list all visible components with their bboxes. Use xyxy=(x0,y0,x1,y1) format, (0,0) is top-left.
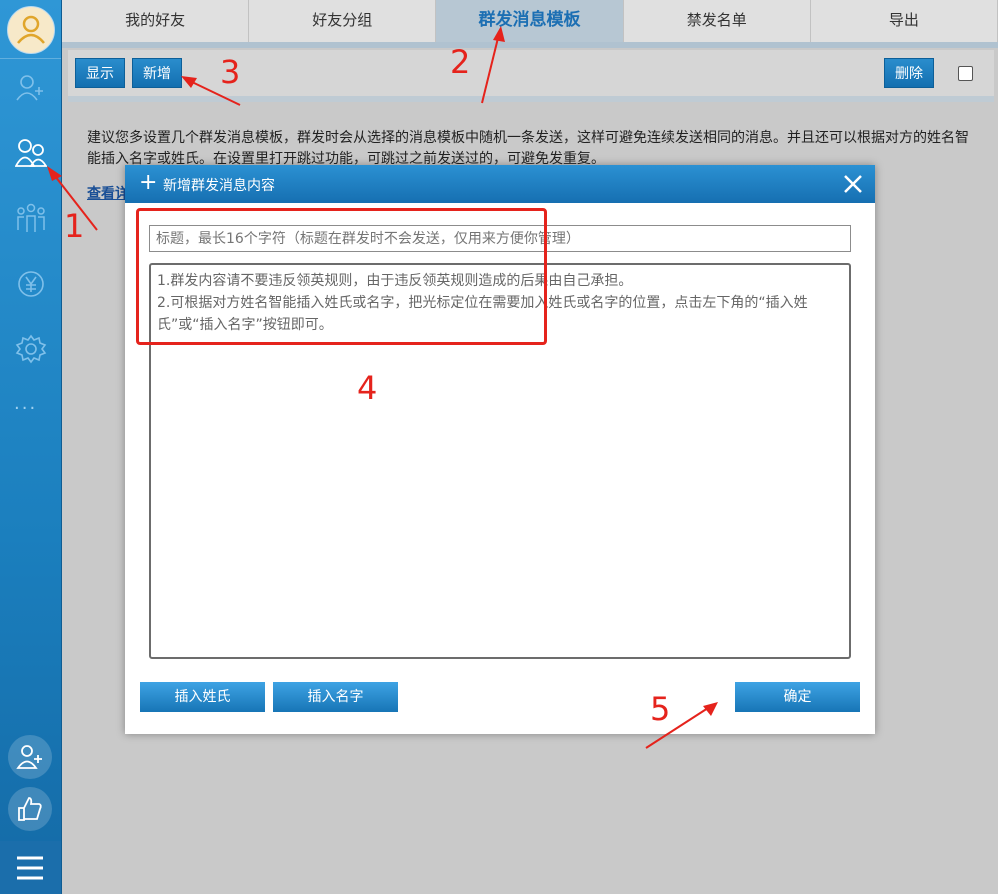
tab-bar: 我的好友 好友分组 群发消息模板 禁发名单 导出 xyxy=(62,0,998,42)
tab-export[interactable]: 导出 xyxy=(810,0,998,42)
friends-icon[interactable] xyxy=(14,137,48,169)
tab-my-friends[interactable]: 我的好友 xyxy=(62,0,250,42)
insert-name-button[interactable]: 插入名字 xyxy=(273,682,398,712)
avatar[interactable] xyxy=(7,6,55,54)
select-all-checkbox[interactable] xyxy=(958,66,973,81)
thumbs-up-icon xyxy=(18,797,42,821)
group-people-icon[interactable] xyxy=(15,202,47,234)
add-friend-icon[interactable] xyxy=(15,72,47,104)
tab-friend-groups[interactable]: 好友分组 xyxy=(249,0,437,42)
more-dots-icon[interactable]: ··· xyxy=(14,398,37,419)
show-button[interactable]: 显示 xyxy=(75,58,125,88)
add-user-round-icon xyxy=(16,745,42,769)
annotation-number-1: 1 xyxy=(64,207,85,245)
menu-icon xyxy=(17,856,43,880)
dialog-header: + 新增群发消息内容 xyxy=(125,165,875,203)
tab-mass-message-templates[interactable]: 群发消息模板 xyxy=(436,0,624,42)
yuan-icon[interactable] xyxy=(15,268,47,300)
annotation-box xyxy=(136,208,547,345)
plus-icon: + xyxy=(139,170,158,195)
template-notice: 建议您多设置几个群发消息模板，群发时会从选择的消息模板中随机一条发送，这样可避免… xyxy=(87,130,969,167)
sidebar: ··· xyxy=(0,0,62,894)
menu-button[interactable] xyxy=(0,841,61,894)
toolbar-divider xyxy=(68,96,994,102)
avatar-icon xyxy=(17,15,45,44)
insert-surname-button[interactable]: 插入姓氏 xyxy=(140,682,265,712)
confirm-button[interactable]: 确定 xyxy=(735,682,860,712)
dialog-title: 新增群发消息内容 xyxy=(163,178,275,194)
annotation-number-2: 2 xyxy=(450,43,471,81)
delete-button[interactable]: 删除 xyxy=(884,58,934,88)
annotation-number-4: 4 xyxy=(357,369,378,407)
toolbar xyxy=(68,50,994,96)
tab-blocklist[interactable]: 禁发名单 xyxy=(623,0,811,42)
add-user-round-button[interactable] xyxy=(8,735,52,779)
settings-gear-icon[interactable] xyxy=(15,333,47,365)
tab-underline xyxy=(62,42,998,48)
close-icon[interactable] xyxy=(842,173,864,195)
add-button[interactable]: 新增 xyxy=(132,58,182,88)
annotation-number-5: 5 xyxy=(650,690,671,728)
view-details-link[interactable]: 查看详 xyxy=(87,183,129,203)
annotation-number-3: 3 xyxy=(220,53,241,91)
thumbs-up-button[interactable] xyxy=(8,787,52,831)
